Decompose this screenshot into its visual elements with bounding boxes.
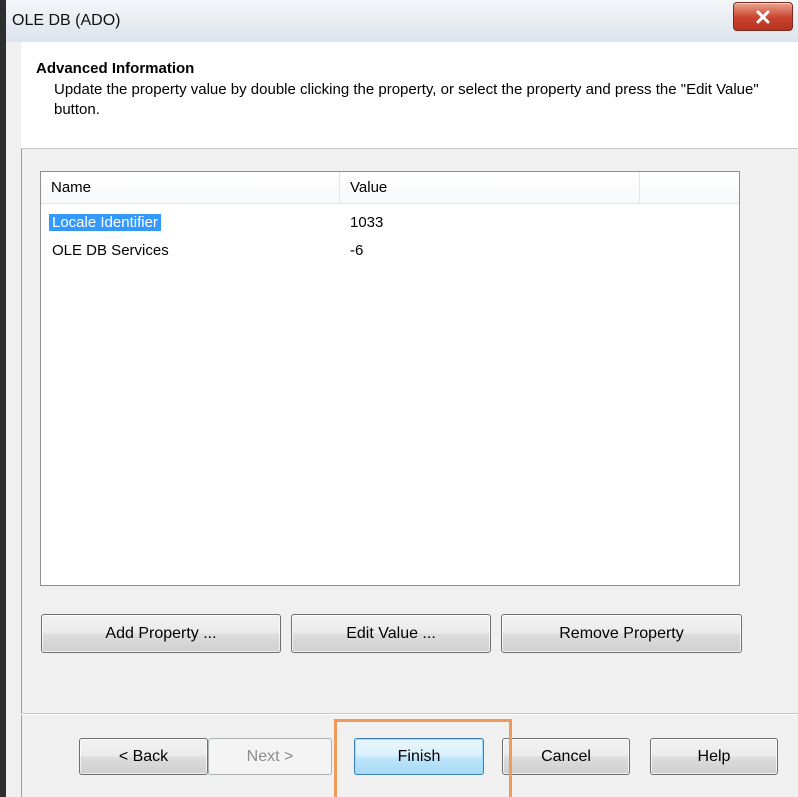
column-header-name[interactable]: Name <box>41 172 340 204</box>
column-header-value[interactable]: Value <box>340 172 640 204</box>
frame-border <box>21 42 22 797</box>
edit-value-button[interactable]: Edit Value ... <box>291 614 491 653</box>
column-header-filler <box>640 172 739 204</box>
header-description: Update the property value by double clic… <box>54 81 759 118</box>
list-item[interactable]: Locale Identifier <box>49 212 161 234</box>
list-item[interactable]: OLE DB Services <box>52 240 169 262</box>
header-panel: Advanced Information Update the property… <box>21 42 798 149</box>
property-name: Locale Identifier <box>49 214 161 231</box>
window-title: OLE DB (ADO) <box>12 12 121 29</box>
back-button[interactable]: < Back <box>79 738 208 775</box>
window-edge <box>0 0 6 797</box>
property-value[interactable]: 1033 <box>350 212 383 234</box>
footer-separator-highlight <box>21 714 798 715</box>
add-property-button[interactable]: Add Property ... <box>41 614 281 653</box>
cancel-button[interactable]: Cancel <box>502 738 630 775</box>
dialog-window: OLE DB (ADO) Advanced Information Update… <box>0 0 798 797</box>
highlight-outline <box>334 719 512 797</box>
help-button[interactable]: Help <box>650 738 778 775</box>
remove-property-button[interactable]: Remove Property <box>501 614 742 653</box>
close-icon <box>756 10 770 23</box>
next-button[interactable]: Next > <box>208 738 332 775</box>
title-bar[interactable]: OLE DB (ADO) <box>6 0 798 42</box>
property-value[interactable]: -6 <box>350 240 363 262</box>
close-button[interactable] <box>733 2 793 31</box>
properties-list[interactable]: Name Value Locale Identifier 1033 OLE DB… <box>40 171 740 586</box>
header-title: Advanced Information <box>36 60 195 77</box>
